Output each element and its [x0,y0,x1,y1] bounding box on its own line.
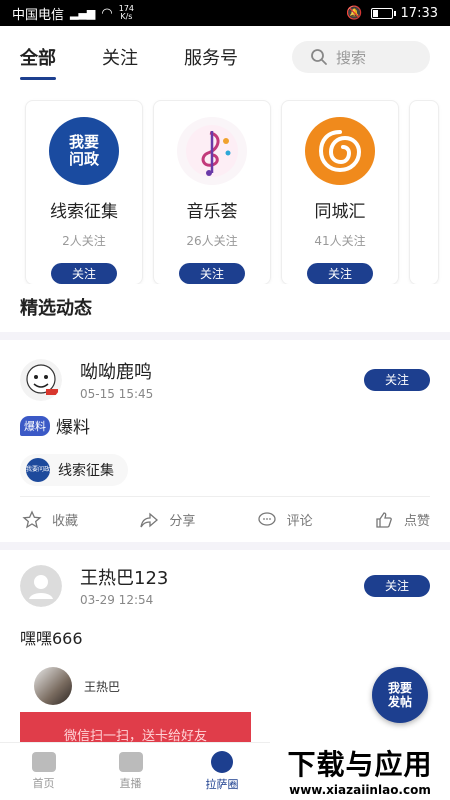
card-follow-count: 26人关注 [186,233,238,248]
shared-card-header[interactable]: 王热巴 [20,667,430,705]
comment-button[interactable]: 评论 [257,510,313,530]
topic-chip[interactable]: 我要问政 线索征集 [20,454,128,486]
battery-icon [370,7,396,19]
section-divider [0,332,450,340]
shared-username: 王热巴 [84,679,121,694]
follow-button[interactable]: 关注 [364,574,430,597]
tab-service[interactable]: 服务号 [184,44,238,70]
card-name: 音乐荟 [186,201,238,222]
post-card: 呦呦鹿鸣 05-15 15:45 关注 爆料 爆料 我要问政 线索征集 收藏 分… [0,340,450,542]
search-placeholder: 搜索 [336,48,367,67]
tag-badge: 爆料 [20,415,50,436]
follow-button[interactable]: 关注 [307,262,373,284]
tab-following[interactable]: 关注 [102,44,138,70]
card-name: 线索征集 [50,201,118,222]
post-content: 嘿嘿666 [20,629,83,648]
carrier-label: 中国电信 [12,7,65,23]
topic-logo: 我要问政 [26,458,50,482]
avatar[interactable] [20,564,62,607]
nav-circle[interactable]: 拉萨圈 [206,751,239,792]
search-icon [311,49,327,65]
post-actions: 收藏 分享 评论 点赞 [20,496,430,542]
clock: 17:33 [400,5,438,21]
create-post-button[interactable]: 我要 发帖 [372,667,428,723]
tongcheng-logo [305,117,375,185]
tab-all[interactable]: 全部 [20,44,56,80]
search-input[interactable]: 搜索 [292,41,430,73]
video-icon [118,752,143,772]
service-card-clues[interactable]: 我要 问政 线索征集 2人关注 关注 [25,100,143,284]
post-time: 03-29 12:54 [80,593,154,607]
thumbs-up-icon [376,511,392,528]
signal-icon: ▂▄▆ [70,6,96,20]
comment-icon [258,511,276,526]
card-follow-count: 41人关注 [314,233,366,248]
service-card-music[interactable]: 音乐荟 26人关注 关注 [153,100,271,284]
service-cards: 我要 问政 线索征集 2人关注 关注 音乐荟 26人关注 关注 同城汇 41人关… [0,88,450,284]
topic-label: 线索征集 [58,463,114,479]
mute-icon: 🔕 [346,5,363,21]
post-username[interactable]: 呦呦鹿鸣 [80,358,153,384]
nav-live[interactable]: 直播 [118,752,143,791]
share-icon [140,512,159,527]
star-icon [22,509,42,528]
nav-home[interactable]: 首页 [31,752,56,791]
share-button[interactable]: 分享 [139,510,195,530]
post-divider [0,542,450,550]
chat-icon [211,751,233,773]
service-card-partial[interactable] [409,100,439,284]
follow-button[interactable]: 关注 [364,368,430,391]
avatar [34,667,72,705]
wifi-icon: ◠ [101,5,113,21]
follow-button[interactable]: 关注 [179,262,245,284]
post-username[interactable]: 王热巴123 [80,564,168,590]
watermark: 下载与应用 www.xiazaiinlao.com [270,740,450,800]
like-button[interactable]: 点赞 [374,510,430,530]
card-name: 同城汇 [314,201,366,222]
bottom-nav: 首页 直播 拉萨圈 [0,742,270,800]
top-tab-bar: 全部 关注 服务号 搜索 [0,26,450,88]
network-speed: 174 K/s [118,4,135,21]
avatar[interactable] [20,358,62,401]
card-follow-count: 2人关注 [62,233,106,248]
home-icon [31,752,56,772]
music-clef-icon [177,117,247,185]
service-card-city[interactable]: 同城汇 41人关注 关注 [281,100,399,284]
post-content: 爆料 [56,418,90,438]
collect-button[interactable]: 收藏 [22,509,78,530]
post-time: 05-15 15:45 [80,387,154,401]
follow-button[interactable]: 关注 [51,262,117,284]
status-bar: 中国电信 ▂▄▆ ◠ 174 K/s 🔕 17:33 [0,0,450,26]
wenzheng-logo: 我要 问政 [49,117,119,185]
section-title: 精选动态 [20,298,92,319]
